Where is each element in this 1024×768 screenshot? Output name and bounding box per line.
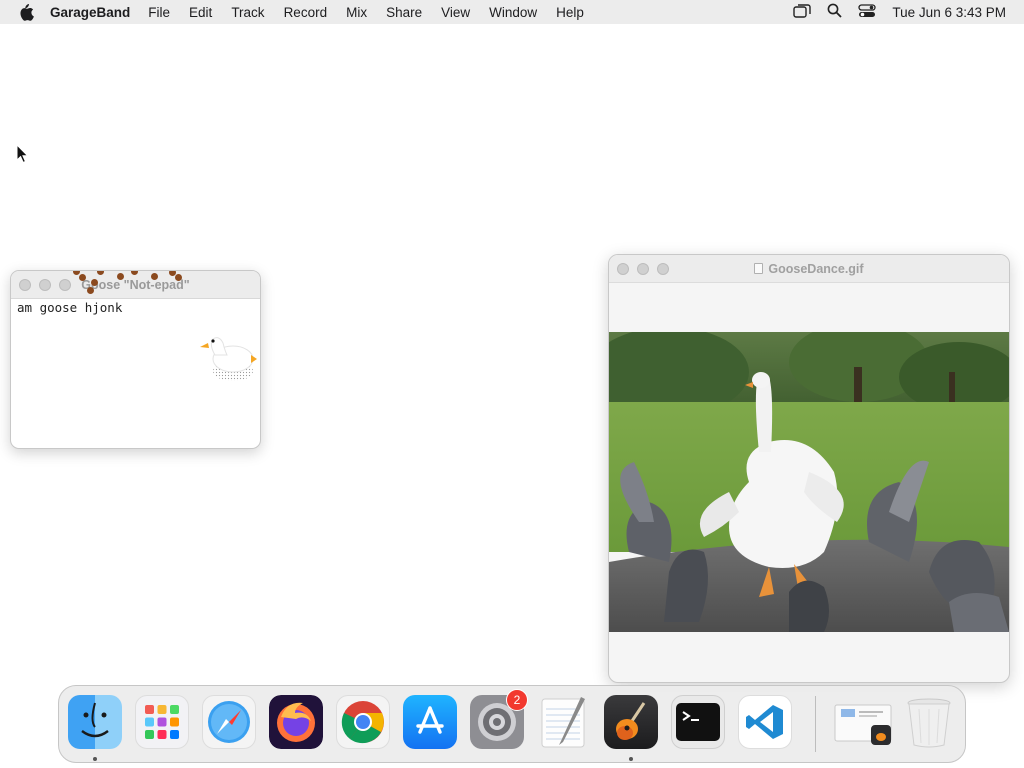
gif-filename: GooseDance.gif: [768, 262, 864, 276]
trash-icon[interactable]: [902, 695, 956, 749]
downloads-stack-icon[interactable]: [831, 695, 893, 749]
mouse-cursor-icon: [16, 143, 30, 164]
chrome-icon[interactable]: [336, 695, 390, 749]
control-center-icon[interactable]: [858, 3, 877, 21]
menu-mix[interactable]: Mix: [346, 5, 367, 20]
menu-window[interactable]: Window: [489, 5, 537, 20]
menu-help[interactable]: Help: [556, 5, 584, 20]
notepad-window[interactable]: Goose "Not-epad" am goose hjonk: [10, 270, 261, 449]
mud-footprint: [175, 274, 182, 281]
safari-icon[interactable]: [202, 695, 256, 749]
textedit-icon[interactable]: [537, 695, 591, 749]
menu-file[interactable]: File: [148, 5, 170, 20]
garageband-running-indicator: [629, 757, 633, 761]
system-settings-badge: 2: [506, 689, 528, 711]
menu-view[interactable]: View: [441, 5, 470, 20]
search-icon[interactable]: [827, 3, 843, 21]
vscode-icon[interactable]: [738, 695, 792, 749]
dock-separator: [815, 696, 816, 752]
notepad-text-area[interactable]: am goose hjonk: [17, 300, 122, 315]
menubar-clock[interactable]: Tue Jun 6 3:43 PM: [892, 5, 1006, 20]
app-store-icon[interactable]: [403, 695, 457, 749]
notepad-titlebar[interactable]: Goose "Not-epad": [11, 271, 260, 299]
gif-viewer-window[interactable]: GooseDance.gif: [608, 254, 1010, 683]
gif-window-titlebar[interactable]: GooseDance.gif: [609, 255, 1009, 283]
mud-footprint: [117, 273, 124, 280]
menu-share[interactable]: Share: [386, 5, 422, 20]
menu-bar: GarageBand File Edit Track Record Mix Sh…: [0, 0, 1024, 24]
mud-footprint: [87, 287, 94, 294]
notepad-title: Goose "Not-epad": [81, 278, 190, 292]
terminal-icon[interactable]: [671, 695, 725, 749]
dock: 2: [58, 685, 966, 763]
menu-record[interactable]: Record: [284, 5, 328, 20]
apple-icon[interactable]: [16, 2, 36, 22]
mud-footprint: [91, 279, 98, 286]
finder-icon[interactable]: [68, 695, 122, 749]
gif-window-title: GooseDance.gif: [609, 262, 1009, 276]
firefox-icon[interactable]: [269, 695, 323, 749]
goose-dance-image: [609, 332, 1009, 632]
finder-running-indicator: [93, 757, 97, 761]
mud-footprint: [151, 273, 158, 280]
launchpad-icon[interactable]: [135, 695, 189, 749]
goose-icon[interactable]: [197, 329, 257, 383]
menu-edit[interactable]: Edit: [189, 5, 212, 20]
app-name-menu[interactable]: GarageBand: [50, 5, 130, 20]
screen-mirroring-icon[interactable]: [793, 3, 812, 21]
document-icon: [754, 263, 764, 274]
mud-footprint: [79, 274, 86, 281]
menu-track[interactable]: Track: [231, 5, 264, 20]
garageband-icon[interactable]: [604, 695, 658, 749]
